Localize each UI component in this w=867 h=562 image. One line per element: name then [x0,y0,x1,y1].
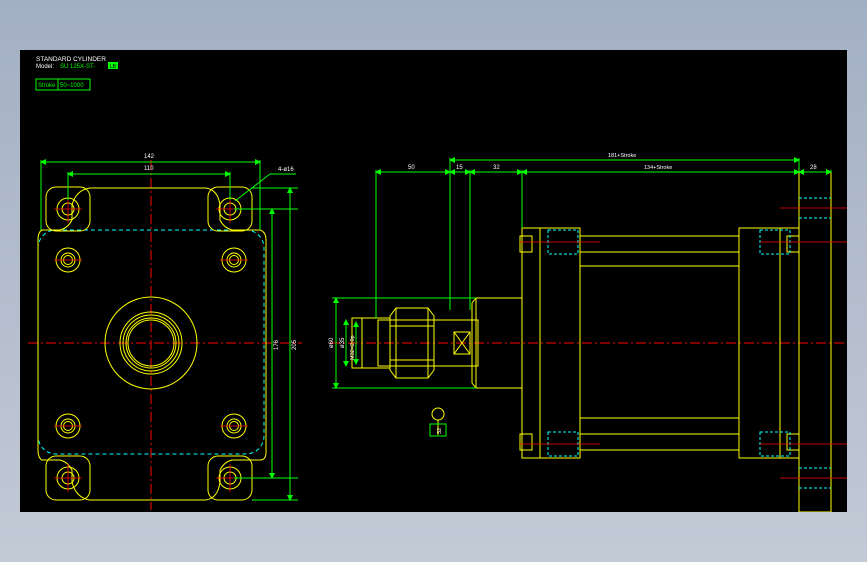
dim-dia35: ø35 [340,337,346,348]
model-label: Model: [36,64,54,70]
dim-width-inner: 110 [144,166,154,172]
cad-drawing: STANDARD CYLINDER Model: SU 125X-ST- LB … [28,56,847,512]
front-view: 142 110 4-ø16 176 205 [28,154,302,510]
dim-body: 134+Stroke [644,165,672,171]
title-block: STANDARD CYLINDER Model: SU 125X-ST- LB … [35,56,118,91]
side-dimensions [332,157,832,437]
dim-height-inner: 176 [274,339,280,350]
model-badge: LB [110,64,117,70]
dim-holes: 4-ø16 [278,167,294,173]
model-value: SU 125X-ST- [60,64,95,70]
front-body-outline [37,187,267,501]
dim-15: 15 [456,165,463,171]
dim-total: 181+Stroke [608,153,636,159]
dim-thread: M32×2.0p [350,335,356,360]
side-body [351,171,832,512]
dim-wrench: 32 [437,428,443,434]
dim-28: 28 [810,165,817,171]
dim-dia60: ø60 [329,337,335,348]
dim-32: 32 [493,165,500,171]
stroke-value: 50~1000 [60,83,84,89]
stroke-label: Stroke [38,83,56,89]
cad-drawing-canvas: STANDARD CYLINDER Model: SU 125X-ST- LB … [20,50,847,512]
drawing-title: STANDARD CYLINDER [36,56,106,63]
dim-50: 50 [408,165,415,171]
dim-width-outer: 142 [144,154,155,160]
side-view: 50 15 32 181+Stroke 134+Stroke 28 ø60 ø3… [329,153,847,512]
dim-height-outer: 205 [292,339,298,350]
